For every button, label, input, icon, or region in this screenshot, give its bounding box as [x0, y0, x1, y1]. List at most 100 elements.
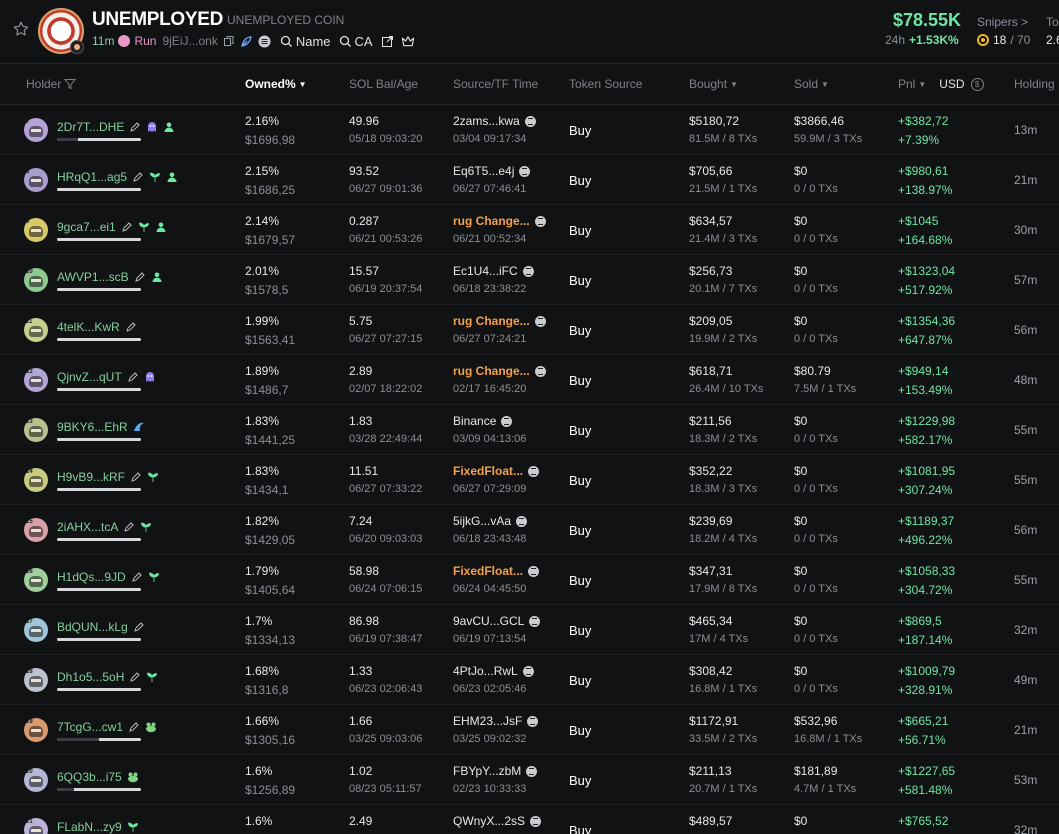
holder-address[interactable]: 2iAHX...tcA [57, 520, 118, 534]
feather-icon[interactable] [240, 34, 254, 48]
table-row[interactable]: 10 AWVP1...scB 2.01% $1578,5 15.57 06/19 20:3… [0, 255, 1059, 305]
holder-address-cell[interactable]: 4telK...KwR [57, 320, 137, 334]
edit-icon[interactable] [129, 671, 141, 683]
funding-source[interactable]: FixedFloat... [453, 564, 523, 578]
solana-icon[interactable] [258, 34, 272, 48]
edit-icon[interactable] [125, 321, 137, 333]
table-row[interactable]: 11 4telK...KwR 1.99% $1563,41 5.75 06/27 07:2… [0, 305, 1059, 355]
col-token-source[interactable]: Token Source [569, 77, 642, 91]
edit-icon[interactable] [132, 171, 144, 183]
holder-address[interactable]: Dh1o5...5oH [57, 670, 124, 684]
holder-address-cell[interactable]: FLabN...zy9 [57, 820, 139, 834]
snipers-link[interactable]: Snipers > [977, 15, 1028, 29]
external-link-icon[interactable] [381, 34, 395, 48]
holder-address[interactable]: AWVP1...scB [57, 270, 129, 284]
table-row[interactable]: 8 HRqQ1...ag5 2.15% $1686,25 93.52 06/27 09:0… [0, 155, 1059, 205]
holder-address-cell[interactable]: Dh1o5...5oH [57, 670, 158, 684]
funding-source-cell[interactable]: 2zams...kwa [453, 114, 536, 128]
funding-source-cell[interactable]: QWnyX...2sS [453, 814, 542, 828]
copy-icon[interactable] [222, 34, 236, 48]
favorite-star-icon[interactable] [12, 20, 30, 38]
holder-address-cell[interactable]: AWVP1...scB [57, 270, 163, 284]
edit-icon[interactable] [127, 371, 139, 383]
funding-source[interactable]: rug Change... [453, 364, 530, 378]
table-row[interactable]: 14 H9vB9...kRF 1.83% $1434,1 11.51 06/27 07:3… [0, 455, 1059, 505]
funding-source[interactable]: 9avCU...GCL [453, 614, 524, 628]
currency-toggle-icon[interactable]: $ [970, 77, 984, 91]
funding-source[interactable]: 2zams...kwa [453, 114, 520, 128]
filter-icon[interactable] [64, 78, 77, 90]
funding-source-cell[interactable]: Ec1U4...iFC [453, 264, 534, 278]
table-row[interactable]: 9 9gca7...ei1 2.14% $1679,57 0.287 06/21 00:5… [0, 205, 1059, 255]
table-row[interactable]: 17 BdQUN...kLg 1.7% $1334,13 86.98 06/19 07:3… [0, 605, 1059, 655]
funding-source[interactable]: QWnyX...2sS [453, 814, 525, 828]
edit-icon[interactable] [134, 271, 146, 283]
holder-address[interactable]: 9BKY6...EhR [57, 420, 128, 434]
holder-address[interactable]: 4telK...KwR [57, 320, 120, 334]
holder-address-cell[interactable]: H9vB9...kRF [57, 470, 159, 484]
holder-address[interactable]: FLabN...zy9 [57, 820, 122, 834]
col-bought[interactable]: Bought ▼ [689, 77, 738, 91]
funding-source-cell[interactable]: 4PtJo...RwL [453, 664, 534, 678]
table-row[interactable]: 7 2Dr7T...DHE 2.16% $1696,98 49.96 05/18 09:0… [0, 105, 1059, 155]
funding-source-cell[interactable]: 9avCU...GCL [453, 614, 541, 628]
funding-source[interactable]: rug Change... [453, 214, 530, 228]
table-row[interactable]: 20 6QQ3b...i75 1.6% $1256,89 1.02 08/23 05:11… [0, 755, 1059, 805]
search-name-button[interactable]: Name [280, 34, 331, 49]
col-holding[interactable]: Holding [1014, 77, 1055, 91]
funding-source[interactable]: Binance [453, 414, 496, 428]
col-sol-bal[interactable]: SOL Bal/Age [349, 77, 418, 91]
holder-address[interactable]: H9vB9...kRF [57, 470, 125, 484]
funding-source[interactable]: EHM23...JsF [453, 714, 522, 728]
edit-icon[interactable] [123, 521, 135, 533]
funding-source-cell[interactable]: 5ijkG...vAa [453, 514, 528, 528]
col-owned[interactable]: Owned% ▼ [245, 77, 307, 91]
holder-address-cell[interactable]: 9gca7...ei1 [57, 220, 167, 234]
holder-address[interactable]: QjnvZ...qUT [57, 370, 122, 384]
col-pnl[interactable]: Pnl ▼ USD $ [898, 77, 984, 91]
table-row[interactable]: 16 H1dQs...9JD 1.79% $1405,64 58.98 06/24 07:… [0, 555, 1059, 605]
col-source[interactable]: Source/TF Time [453, 77, 538, 91]
edit-icon[interactable] [133, 621, 145, 633]
edit-icon[interactable] [131, 571, 143, 583]
funding-source[interactable]: 4PtJo...RwL [453, 664, 518, 678]
funding-source-cell[interactable]: rug Change... [453, 214, 546, 228]
holder-address[interactable]: HRqQ1...ag5 [57, 170, 127, 184]
funding-source[interactable]: FixedFloat... [453, 464, 523, 478]
holder-address[interactable]: BdQUN...kLg [57, 620, 128, 634]
holder-address[interactable]: 2Dr7T...DHE [57, 120, 124, 134]
holder-address[interactable]: H1dQs...9JD [57, 570, 126, 584]
funding-source-cell[interactable]: FixedFloat... [453, 464, 540, 478]
table-row[interactable]: 18 Dh1o5...5oH 1.68% $1316,8 1.33 06/23 02:06… [0, 655, 1059, 705]
col-sold[interactable]: Sold ▼ [794, 77, 829, 91]
search-ca-button[interactable]: CA [339, 34, 373, 49]
holder-address-cell[interactable]: QjnvZ...qUT [57, 370, 156, 384]
usd-toggle-label[interactable]: USD [939, 77, 964, 91]
funding-source[interactable]: FBYpY...zbM [453, 764, 521, 778]
holder-address[interactable]: 6QQ3b...i75 [57, 770, 122, 784]
holder-address-cell[interactable]: 6QQ3b...i75 [57, 770, 139, 784]
holder-address[interactable]: 7TcgG...cw1 [57, 720, 123, 734]
funding-source-cell[interactable]: FBYpY...zbM [453, 764, 538, 778]
funding-source[interactable]: 5ijkG...vAa [453, 514, 511, 528]
edit-icon[interactable] [121, 221, 133, 233]
funding-source-cell[interactable]: Binance [453, 414, 513, 428]
table-row[interactable]: 13 9BKY6...EhR 1.83% $1441,25 1.83 03/28 22:4… [0, 405, 1059, 455]
holder-address-cell[interactable]: HRqQ1...ag5 [57, 170, 178, 184]
holder-address[interactable]: 9gca7...ei1 [57, 220, 116, 234]
table-row[interactable]: 12 QjnvZ...qUT 1.89% $1486,7 2.89 02/07 18:22… [0, 355, 1059, 405]
funding-source-cell[interactable]: Eq6T5...e4j [453, 164, 531, 178]
table-row[interactable]: 21 FLabN...zy9 1.6% 2.49 QWnyX...2sS Buy $489,… [0, 805, 1059, 834]
holder-address-cell[interactable]: 7TcgG...cw1 [57, 720, 157, 734]
table-row[interactable]: 15 2iAHX...tcA 1.82% $1429,05 7.24 06/20 09:0… [0, 505, 1059, 555]
holder-address-cell[interactable]: BdQUN...kLg [57, 620, 145, 634]
edit-icon[interactable] [129, 121, 141, 133]
edit-icon[interactable] [130, 471, 142, 483]
funding-source-cell[interactable]: FixedFloat... [453, 564, 540, 578]
holder-address-cell[interactable]: 2Dr7T...DHE [57, 120, 175, 134]
holder-address-cell[interactable]: H1dQs...9JD [57, 570, 160, 584]
crown-icon[interactable] [401, 34, 415, 48]
funding-source-cell[interactable]: rug Change... [453, 364, 546, 378]
contract-address[interactable]: 9jEiJ...onk [162, 34, 217, 48]
edit-icon[interactable] [128, 721, 140, 733]
